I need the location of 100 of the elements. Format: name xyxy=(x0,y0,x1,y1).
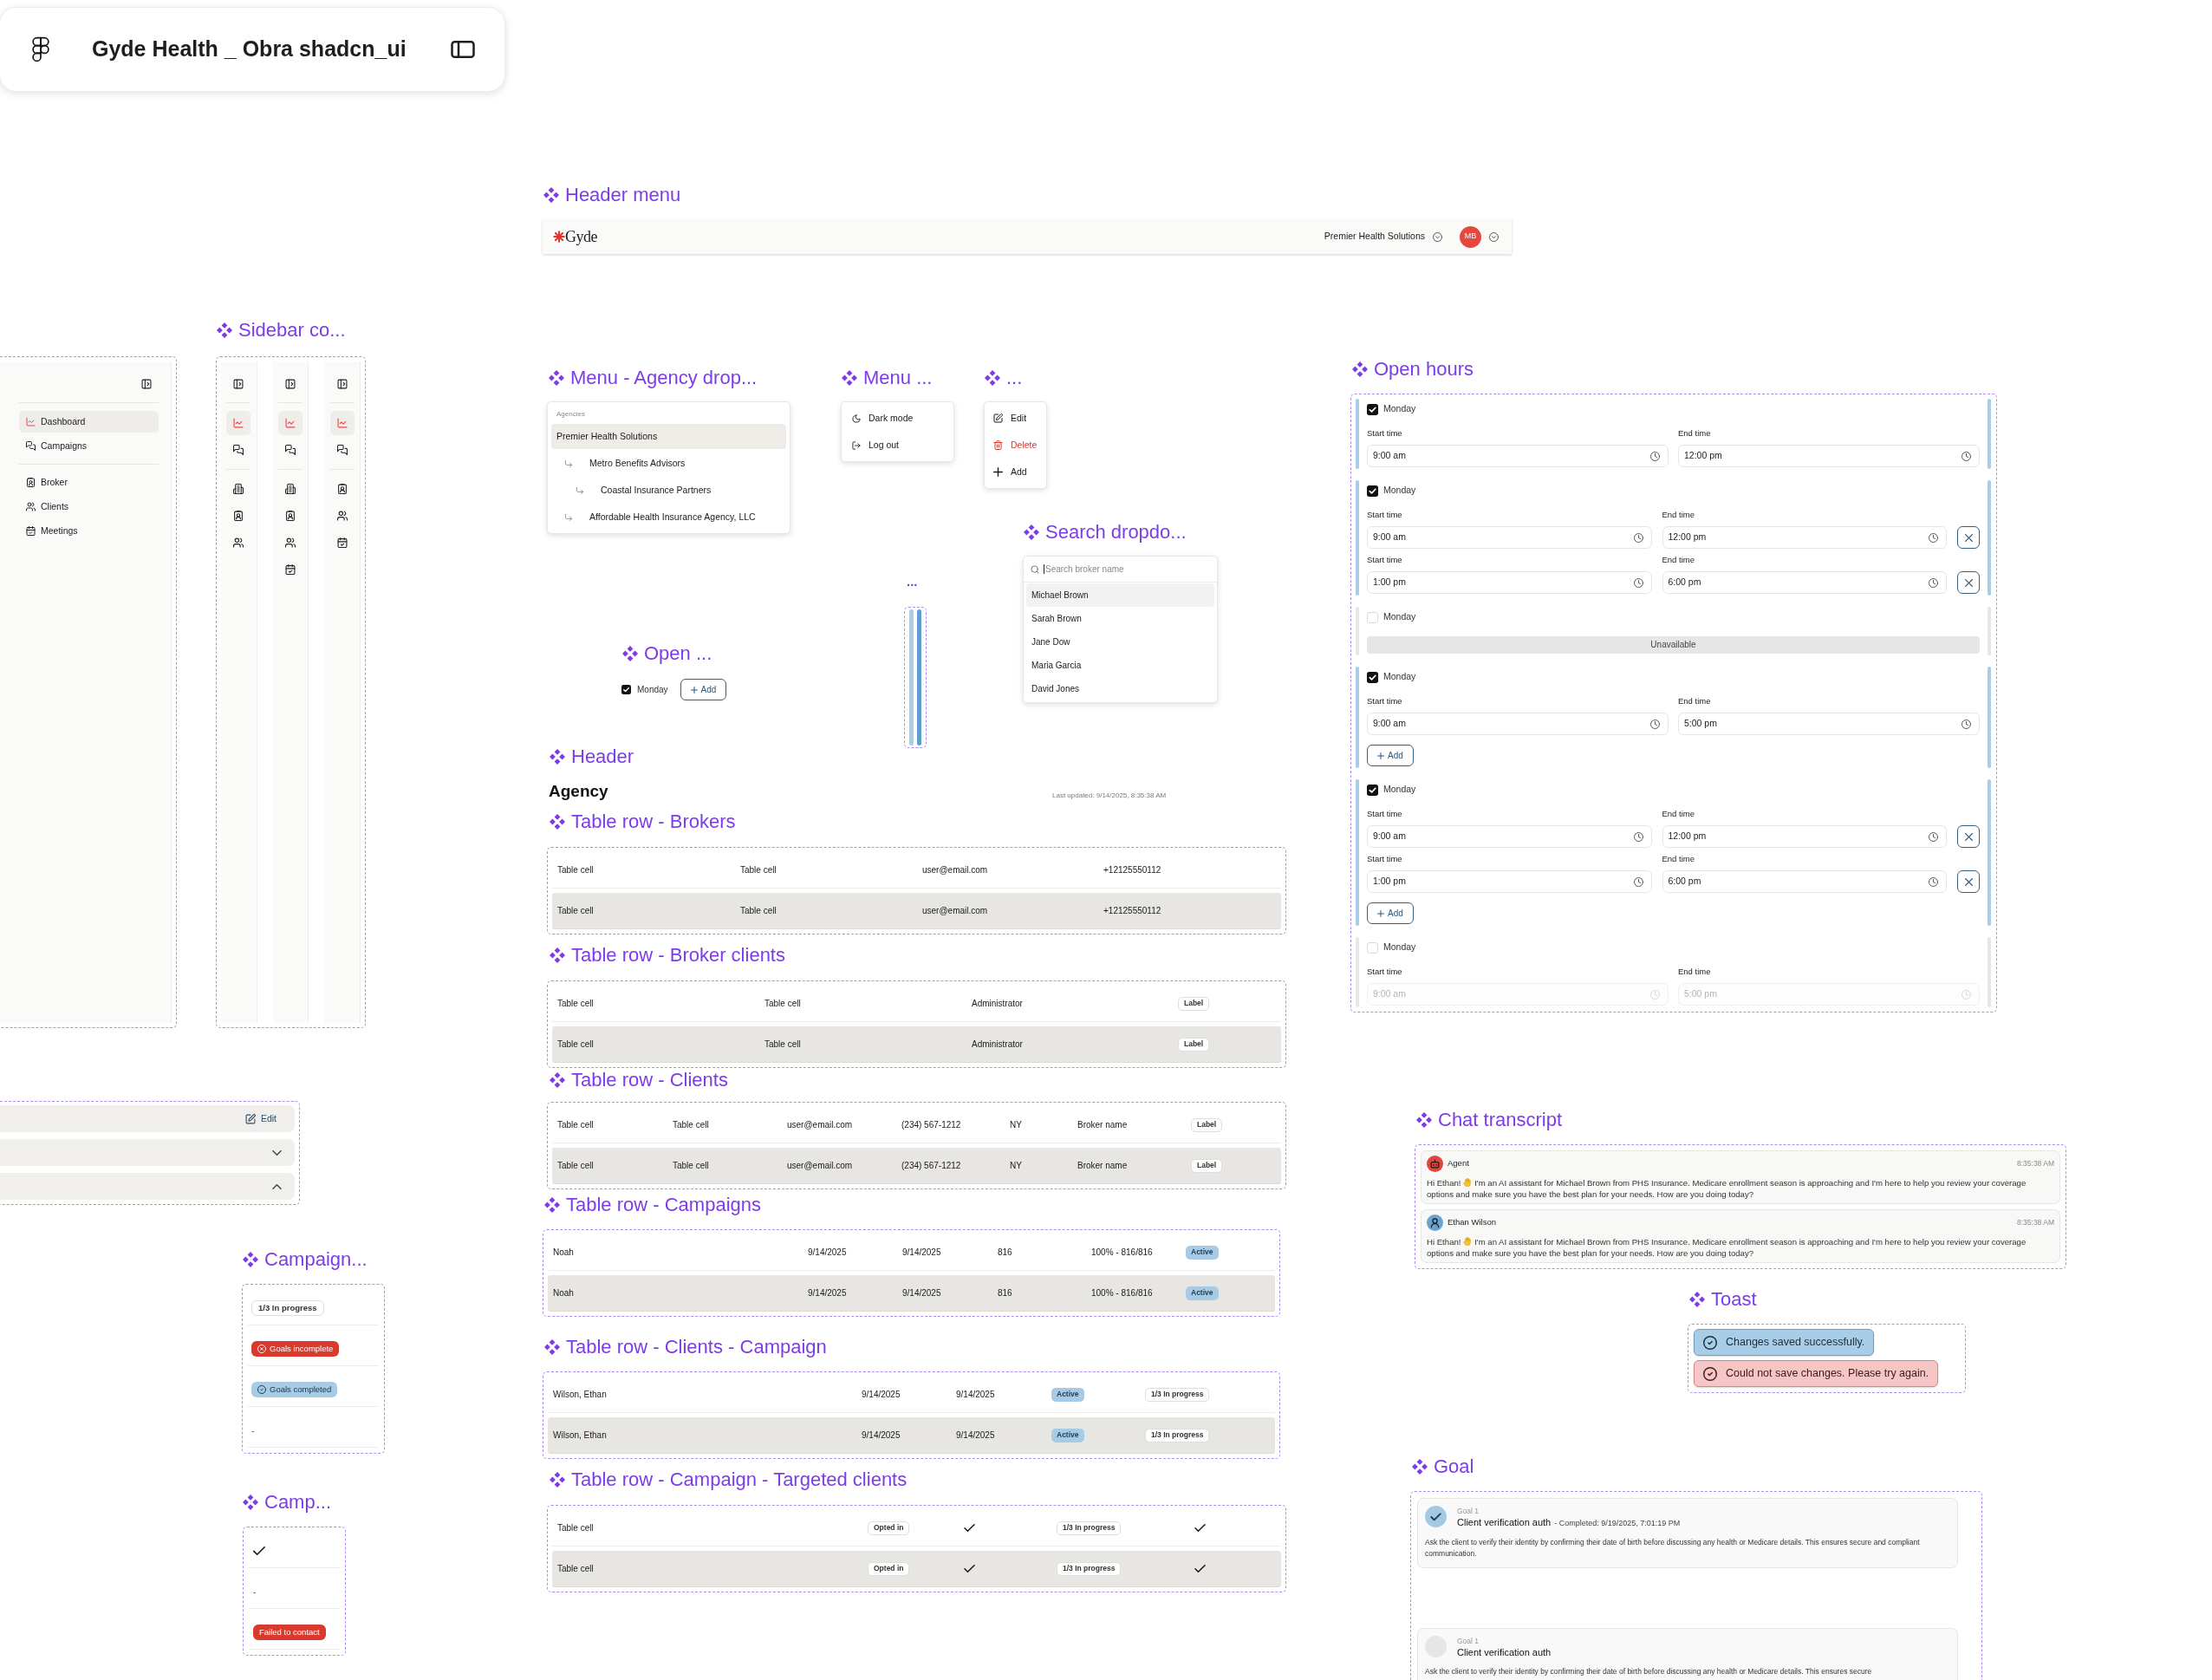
corner-arrow-icon xyxy=(576,485,584,495)
status-badge: 1/3 In progress xyxy=(251,1300,324,1316)
sidebar-item[interactable]: Clients xyxy=(19,496,159,518)
time-field[interactable]: 9:00 am xyxy=(1367,713,1669,735)
table-cell-text: Noah xyxy=(553,1247,574,1259)
status-badge: 1/3 In progress xyxy=(1057,1520,1122,1535)
dropdown-option[interactable]: David Jones xyxy=(1026,677,1214,700)
remove-button[interactable] xyxy=(1957,870,1980,893)
status-badge: Active xyxy=(1051,1387,1084,1402)
menu-item[interactable]: Metro Benefits Advisors xyxy=(551,451,786,476)
table-cell-text: Noah xyxy=(553,1287,574,1299)
menu-item[interactable]: Delete xyxy=(988,433,1043,458)
time-field[interactable]: 6:00 pm xyxy=(1662,571,1947,594)
remove-button[interactable] xyxy=(1957,571,1980,594)
add-button[interactable]: Add xyxy=(1367,745,1414,766)
component-title: ... xyxy=(1006,367,1023,389)
clock-icon xyxy=(1650,719,1660,729)
scrollbar[interactable] xyxy=(917,609,921,746)
scrollbar[interactable] xyxy=(909,609,914,746)
check-icon xyxy=(253,1547,265,1555)
dropdown-option[interactable]: Michael Brown xyxy=(1026,583,1214,607)
dropdown-option[interactable]: Jane Dow xyxy=(1026,630,1214,654)
chevron-down-icon[interactable] xyxy=(1489,231,1499,242)
avatar: MB xyxy=(1460,225,1481,248)
menu-item[interactable]: Log out xyxy=(845,433,950,458)
menu-item[interactable]: Premier Health Solutions xyxy=(551,424,786,449)
time-field[interactable]: 5:00 pm xyxy=(1678,713,1980,735)
dropdown-option[interactable]: Maria Garcia xyxy=(1026,654,1214,677)
menu-item[interactable]: Add xyxy=(988,459,1043,485)
status-text: Goals completed xyxy=(270,1383,332,1396)
field-label: End time xyxy=(1662,808,1695,820)
add-button[interactable]: Add xyxy=(1367,902,1414,924)
table-cell-text: Table cell xyxy=(557,998,594,1010)
sidebar-item[interactable]: Campaigns xyxy=(19,435,159,457)
table-cell-text: Table cell xyxy=(557,864,594,876)
asterisk-logo-icon xyxy=(553,231,565,243)
checkbox[interactable] xyxy=(1367,784,1378,796)
checkbox[interactable] xyxy=(1367,671,1378,683)
field-label: End time xyxy=(1662,853,1695,865)
sender-name: Ethan Wilson xyxy=(1448,1216,1496,1229)
component-title: Menu - Agency drop... xyxy=(570,367,758,389)
line-chart-icon xyxy=(285,418,296,428)
users-icon xyxy=(285,537,296,548)
time-field[interactable]: 12:00 pm xyxy=(1662,526,1947,549)
clock-icon xyxy=(1650,989,1660,1000)
checkbox[interactable] xyxy=(1367,611,1378,623)
component-title: Open ... xyxy=(644,642,712,665)
sidebar-item[interactable]: Dashboard xyxy=(19,411,159,433)
table-cell-text: Broker name xyxy=(1077,1119,1128,1131)
table-cell-text: Table cell xyxy=(673,1160,709,1172)
sidebar-toggle-icon[interactable] xyxy=(336,379,348,389)
row-action-button[interactable]: Edit xyxy=(239,1109,282,1129)
menu-item[interactable]: Coastal Insurance Partners xyxy=(551,478,786,503)
dropdown-option[interactable]: Sarah Brown xyxy=(1026,607,1214,630)
calendar-check-icon xyxy=(26,526,36,536)
status-text: Goals incomplete xyxy=(270,1342,334,1355)
time-field[interactable]: 1:00 pm xyxy=(1367,870,1652,893)
search-field[interactable]: Search broker name xyxy=(1045,563,1210,576)
checkbox[interactable] xyxy=(1367,403,1378,415)
add-button[interactable]: Add xyxy=(680,679,727,700)
waving-hand-icon xyxy=(1463,1237,1473,1246)
sidebar-toggle-icon[interactable] xyxy=(141,379,152,389)
time-field[interactable]: 1:00 pm xyxy=(1367,571,1652,594)
component-title: Header menu xyxy=(565,184,681,206)
clock-icon xyxy=(1962,719,1971,729)
remove-button[interactable] xyxy=(1957,526,1980,549)
sidebar-item[interactable]: Broker xyxy=(19,472,159,493)
line-chart-icon xyxy=(233,418,244,428)
check-circle-icon xyxy=(1703,1335,1717,1350)
sidebar-toggle-button[interactable] xyxy=(450,39,476,60)
checkbox[interactable] xyxy=(621,685,631,694)
check-circle-icon xyxy=(1703,1366,1717,1381)
table-cell-text: Table cell xyxy=(740,905,777,917)
component-title: Camp... xyxy=(264,1491,332,1514)
field-label: Start time xyxy=(1367,853,1402,865)
day-label: Monday xyxy=(1383,783,1416,797)
table-cell-text: 100% - 816/816 xyxy=(1091,1247,1153,1259)
time-field[interactable]: 9:00 am xyxy=(1367,445,1669,467)
message-time: 8:35:38 AM xyxy=(2017,1217,2054,1228)
toast-message: Could not save changes. Please try again. xyxy=(1726,1366,1929,1382)
checkbox[interactable] xyxy=(1367,485,1378,497)
sidebar-toggle-icon[interactable] xyxy=(233,379,244,389)
menu-item[interactable]: Dark mode xyxy=(845,406,950,431)
time-field[interactable]: 12:00 pm xyxy=(1678,445,1980,467)
time-field[interactable]: 12:00 pm xyxy=(1662,825,1947,848)
component-title: Table row - Campaigns xyxy=(566,1194,761,1216)
component-icon xyxy=(550,1472,565,1488)
agency-switcher[interactable]: Premier Health Solutions xyxy=(1324,230,1442,244)
component-title: Table row - Clients - Campaign xyxy=(566,1336,827,1358)
time-field[interactable]: 9:00 am xyxy=(1367,825,1652,848)
menu-item[interactable]: Edit xyxy=(988,406,1043,431)
sidebar-item[interactable]: Meetings xyxy=(19,520,159,542)
sidebar-toggle-icon[interactable] xyxy=(285,379,296,389)
robot-avatar-icon xyxy=(1427,1156,1443,1172)
table-cell-text: (234) 567-1212 xyxy=(901,1119,961,1131)
time-field[interactable]: 6:00 pm xyxy=(1662,870,1947,893)
menu-item[interactable]: Affordable Health Insurance Agency, LLC xyxy=(551,505,786,530)
pencil-square-icon xyxy=(993,413,1003,423)
time-field[interactable]: 9:00 am xyxy=(1367,526,1652,549)
remove-button[interactable] xyxy=(1957,825,1980,848)
